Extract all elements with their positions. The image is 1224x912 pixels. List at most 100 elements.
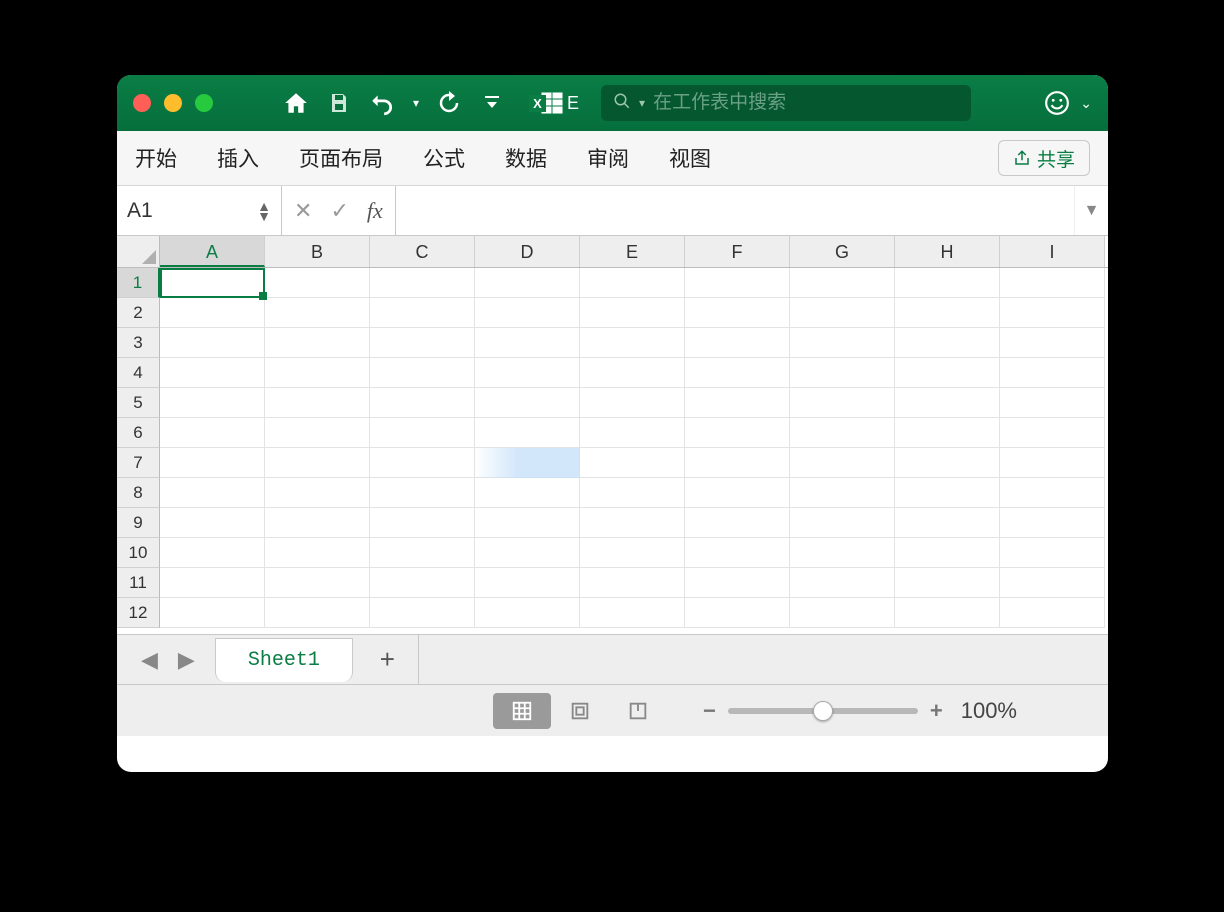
add-sheet-button[interactable]: + bbox=[357, 635, 419, 684]
cell-E2[interactable] bbox=[580, 298, 685, 328]
cell-G1[interactable] bbox=[790, 268, 895, 298]
column-header-A[interactable]: A bbox=[160, 236, 265, 267]
zoom-slider[interactable] bbox=[728, 708, 918, 714]
column-header-G[interactable]: G bbox=[790, 236, 895, 267]
cell-I2[interactable] bbox=[1000, 298, 1105, 328]
ribbon-tab-data[interactable]: 数据 bbox=[505, 143, 547, 173]
cell-A2[interactable] bbox=[160, 298, 265, 328]
feedback-dropdown-icon[interactable]: ⌄ bbox=[1080, 95, 1092, 112]
share-button[interactable]: 共享 bbox=[998, 140, 1090, 176]
stepper-down-icon[interactable]: ▼ bbox=[257, 211, 271, 221]
cell-A10[interactable] bbox=[160, 538, 265, 568]
customize-qat-icon[interactable] bbox=[485, 94, 499, 112]
expand-formula-bar-icon[interactable]: ▼ bbox=[1074, 186, 1108, 235]
select-all-corner[interactable] bbox=[117, 236, 160, 267]
cell-I12[interactable] bbox=[1000, 598, 1105, 628]
cell-A5[interactable] bbox=[160, 388, 265, 418]
cell-B8[interactable] bbox=[265, 478, 370, 508]
cancel-formula-icon[interactable]: ✕ bbox=[294, 198, 312, 224]
cell-B9[interactable] bbox=[265, 508, 370, 538]
ribbon-tab-insert[interactable]: 插入 bbox=[217, 143, 259, 173]
home-icon[interactable] bbox=[283, 90, 309, 116]
cell-B10[interactable] bbox=[265, 538, 370, 568]
ribbon-tab-layout[interactable]: 页面布局 bbox=[299, 143, 383, 173]
cell-B12[interactable] bbox=[265, 598, 370, 628]
name-box-stepper[interactable]: ▲ ▼ bbox=[257, 201, 271, 221]
fx-label[interactable]: fx bbox=[367, 198, 383, 224]
cell-G8[interactable] bbox=[790, 478, 895, 508]
save-icon[interactable] bbox=[327, 91, 351, 115]
column-header-I[interactable]: I bbox=[1000, 236, 1105, 267]
row-header-3[interactable]: 3 bbox=[117, 328, 160, 358]
cell-B11[interactable] bbox=[265, 568, 370, 598]
cell-D10[interactable] bbox=[475, 538, 580, 568]
cell-C7[interactable] bbox=[370, 448, 475, 478]
row-header-1[interactable]: 1 bbox=[117, 268, 160, 298]
cell-G10[interactable] bbox=[790, 538, 895, 568]
zoom-out-button[interactable]: − bbox=[703, 698, 716, 724]
cell-B6[interactable] bbox=[265, 418, 370, 448]
cell-I6[interactable] bbox=[1000, 418, 1105, 448]
cell-H4[interactable] bbox=[895, 358, 1000, 388]
cell-A6[interactable] bbox=[160, 418, 265, 448]
cell-D9[interactable] bbox=[475, 508, 580, 538]
cell-F3[interactable] bbox=[685, 328, 790, 358]
cell-H2[interactable] bbox=[895, 298, 1000, 328]
cell-C12[interactable] bbox=[370, 598, 475, 628]
row-header-11[interactable]: 11 bbox=[117, 568, 160, 598]
cell-I3[interactable] bbox=[1000, 328, 1105, 358]
cell-F9[interactable] bbox=[685, 508, 790, 538]
cell-H9[interactable] bbox=[895, 508, 1000, 538]
cell-C5[interactable] bbox=[370, 388, 475, 418]
cell-H3[interactable] bbox=[895, 328, 1000, 358]
cell-E10[interactable] bbox=[580, 538, 685, 568]
column-header-E[interactable]: E bbox=[580, 236, 685, 267]
row-header-6[interactable]: 6 bbox=[117, 418, 160, 448]
cell-B4[interactable] bbox=[265, 358, 370, 388]
ribbon-tab-formula[interactable]: 公式 bbox=[423, 143, 465, 173]
cell-G9[interactable] bbox=[790, 508, 895, 538]
cell-F6[interactable] bbox=[685, 418, 790, 448]
cell-I9[interactable] bbox=[1000, 508, 1105, 538]
cell-I5[interactable] bbox=[1000, 388, 1105, 418]
cell-E6[interactable] bbox=[580, 418, 685, 448]
cell-D11[interactable] bbox=[475, 568, 580, 598]
row-header-9[interactable]: 9 bbox=[117, 508, 160, 538]
cell-A7[interactable] bbox=[160, 448, 265, 478]
column-header-F[interactable]: F bbox=[685, 236, 790, 267]
cell-H6[interactable] bbox=[895, 418, 1000, 448]
ribbon-tab-view[interactable]: 视图 bbox=[669, 143, 711, 173]
cell-D4[interactable] bbox=[475, 358, 580, 388]
cell-C6[interactable] bbox=[370, 418, 475, 448]
cell-D1[interactable] bbox=[475, 268, 580, 298]
cell-C10[interactable] bbox=[370, 538, 475, 568]
cell-A1[interactable] bbox=[160, 268, 265, 298]
column-header-B[interactable]: B bbox=[265, 236, 370, 267]
cell-I1[interactable] bbox=[1000, 268, 1105, 298]
spreadsheet-grid[interactable]: A B C D E F G H I 123456789101112 bbox=[117, 236, 1108, 634]
cell-I4[interactable] bbox=[1000, 358, 1105, 388]
normal-view-button[interactable] bbox=[493, 693, 551, 729]
cell-C1[interactable] bbox=[370, 268, 475, 298]
cell-C4[interactable] bbox=[370, 358, 475, 388]
cell-D12[interactable] bbox=[475, 598, 580, 628]
cell-G2[interactable] bbox=[790, 298, 895, 328]
cell-A3[interactable] bbox=[160, 328, 265, 358]
column-header-D[interactable]: D bbox=[475, 236, 580, 267]
cell-G11[interactable] bbox=[790, 568, 895, 598]
next-sheet-icon[interactable]: ▶ bbox=[168, 647, 205, 673]
cell-H1[interactable] bbox=[895, 268, 1000, 298]
cell-G7[interactable] bbox=[790, 448, 895, 478]
cell-G3[interactable] bbox=[790, 328, 895, 358]
cell-H7[interactable] bbox=[895, 448, 1000, 478]
cell-F12[interactable] bbox=[685, 598, 790, 628]
cell-B3[interactable] bbox=[265, 328, 370, 358]
cell-D5[interactable] bbox=[475, 388, 580, 418]
cell-G6[interactable] bbox=[790, 418, 895, 448]
cell-F7[interactable] bbox=[685, 448, 790, 478]
cell-I8[interactable] bbox=[1000, 478, 1105, 508]
cell-F5[interactable] bbox=[685, 388, 790, 418]
row-header-2[interactable]: 2 bbox=[117, 298, 160, 328]
row-header-12[interactable]: 12 bbox=[117, 598, 160, 628]
zoom-level[interactable]: 100% bbox=[961, 698, 1017, 724]
